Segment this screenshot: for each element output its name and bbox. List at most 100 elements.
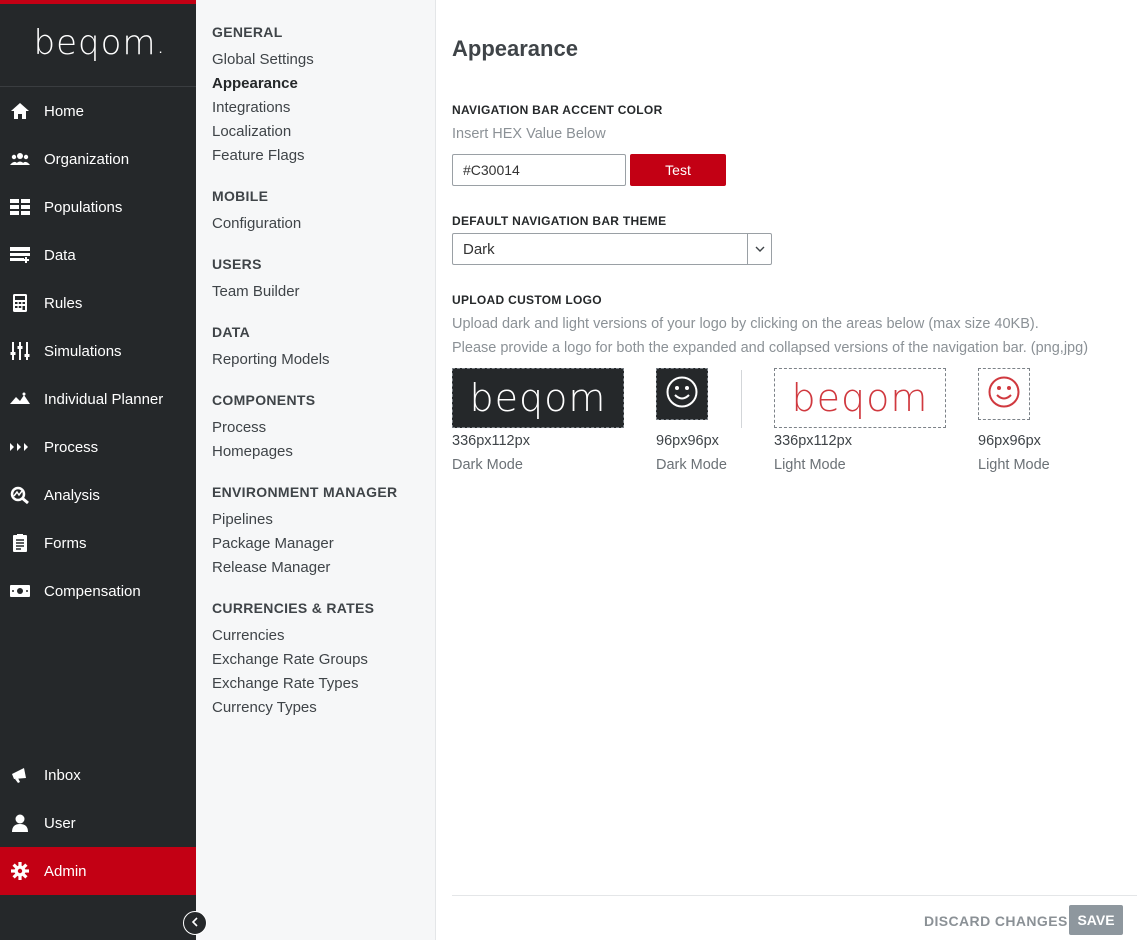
money-icon (10, 581, 30, 601)
megaphone-icon (10, 765, 30, 785)
home-icon (10, 101, 30, 121)
submenu-item-process[interactable]: Process (212, 419, 266, 436)
nav-item-label: Organization (44, 150, 130, 168)
calculator-icon (10, 293, 30, 313)
analysis-icon (10, 485, 30, 505)
submenu-item-feature-flags[interactable]: Feature Flags (212, 147, 305, 164)
light-expanded-logo-text: beqom (791, 376, 929, 420)
theme-select-value: Dark (463, 240, 495, 258)
nav-item-inbox[interactable]: Inbox (0, 751, 196, 799)
discard-changes-button[interactable]: DISCARD CHANGES (924, 908, 1068, 934)
upload-light-expanded-logo[interactable]: beqom (774, 368, 946, 428)
logo-size-label: 96px96px (656, 433, 719, 449)
submenu-heading-mobile: MOBILE (212, 188, 269, 204)
arrows-icon (10, 437, 30, 457)
submenu-heading-environment-manager: ENVIRONMENT MANAGER (212, 484, 398, 500)
logo-dot: . (158, 40, 163, 56)
submenu-item-pipelines[interactable]: Pipelines (212, 511, 273, 528)
submenu-heading-data: DATA (212, 324, 251, 340)
nav-item-user[interactable]: User (0, 799, 196, 847)
logo-mode-label: Light Mode (774, 457, 846, 473)
main-navigation: beqom. Home Organization Populations Dat… (0, 0, 196, 940)
nav-item-label: Rules (44, 294, 83, 312)
submenu-heading-components: COMPONENTS (212, 392, 316, 408)
submenu-item-localization[interactable]: Localization (212, 123, 291, 140)
nav-item-label: Simulations (44, 342, 122, 360)
page-title: Appearance (452, 36, 578, 61)
nav-item-label: Individual Planner (44, 390, 164, 408)
submenu-item-exchange-rate-groups[interactable]: Exchange Rate Groups (212, 651, 368, 668)
nav-item-individual-planner[interactable]: Individual Planner (0, 375, 196, 423)
chevron-left-icon (190, 914, 200, 932)
nav-item-label: Home (44, 102, 85, 120)
submenu-item-reporting-models[interactable]: Reporting Models (212, 351, 330, 368)
nav-item-label: Inbox (44, 766, 81, 784)
nav-item-forms[interactable]: Forms (0, 519, 196, 567)
theme-label: DEFAULT NAVIGATION BAR THEME (452, 214, 667, 228)
upload-dark-expanded-logo[interactable]: beqom (452, 368, 624, 428)
nav-item-admin[interactable]: Admin (0, 847, 196, 895)
test-color-button[interactable]: Test (630, 154, 726, 186)
submenu-item-global-settings[interactable]: Global Settings (212, 51, 314, 68)
smiley-icon (665, 375, 699, 414)
logo-size-label: 96px96px (978, 433, 1041, 449)
nav-item-label: Process (44, 438, 99, 456)
nav-item-label: Forms (44, 534, 87, 552)
nav-item-label: Data (44, 246, 76, 264)
brand-logo[interactable]: beqom. (0, 20, 196, 66)
submenu-item-appearance[interactable]: Appearance (212, 75, 298, 92)
nav-item-process[interactable]: Process (0, 423, 196, 471)
submenu-item-exchange-rate-types[interactable]: Exchange Rate Types (212, 675, 358, 692)
brand-logo-text: beqom (33, 23, 157, 63)
submenu-item-currencies[interactable]: Currencies (212, 627, 285, 644)
submenu-item-configuration[interactable]: Configuration (212, 215, 301, 232)
submenu-item-homepages[interactable]: Homepages (212, 443, 293, 460)
collapse-nav-button[interactable] (183, 911, 207, 935)
table-icon (10, 245, 30, 265)
submenu-item-currency-types[interactable]: Currency Types (212, 699, 317, 716)
upload-dark-collapsed-logo[interactable] (656, 368, 708, 420)
nav-item-data[interactable]: Data (0, 231, 196, 279)
accent-color-hint: Insert HEX Value Below (452, 126, 606, 142)
nav-item-label: Compensation (44, 582, 141, 600)
smiley-icon (987, 375, 1021, 414)
logo-mode-label: Dark Mode (452, 457, 523, 473)
accent-strip (0, 0, 196, 4)
nav-item-organization[interactable]: Organization (0, 135, 196, 183)
nav-item-populations[interactable]: Populations (0, 183, 196, 231)
planner-icon (10, 389, 30, 409)
submenu-heading-currencies-rates: CURRENCIES & RATES (212, 600, 375, 616)
theme-select[interactable]: Dark (452, 233, 772, 265)
submenu-item-team-builder[interactable]: Team Builder (212, 283, 300, 300)
logo-size-label: 336px112px (452, 433, 530, 449)
upload-light-collapsed-logo[interactable] (978, 368, 1030, 420)
submenu-item-package-manager[interactable]: Package Manager (212, 535, 334, 552)
nav-item-rules[interactable]: Rules (0, 279, 196, 327)
nav-item-compensation[interactable]: Compensation (0, 567, 196, 615)
submenu-item-release-manager[interactable]: Release Manager (212, 559, 330, 576)
gear-icon (10, 861, 30, 881)
save-button[interactable]: SAVE (1069, 905, 1123, 935)
submenu-heading-general: GENERAL (212, 24, 283, 40)
accent-color-label: NAVIGATION BAR ACCENT COLOR (452, 103, 663, 117)
nav-item-simulations[interactable]: Simulations (0, 327, 196, 375)
clipboard-icon (10, 533, 30, 553)
upload-hint-2: Please provide a logo for both the expan… (452, 340, 1089, 356)
nav-item-analysis[interactable]: Analysis (0, 471, 196, 519)
logo-mode-label: Light Mode (978, 457, 1050, 473)
sliders-icon (10, 341, 30, 361)
chevron-down-icon (747, 234, 771, 264)
submenu-item-integrations[interactable]: Integrations (212, 99, 290, 116)
hex-color-input[interactable] (452, 154, 626, 186)
upload-logo-label: UPLOAD CUSTOM LOGO (452, 293, 602, 307)
nav-item-label: Analysis (44, 486, 100, 504)
upload-hint-1: Upload dark and light versions of your l… (452, 316, 1039, 332)
user-icon (10, 813, 30, 833)
nav-item-label: User (44, 814, 76, 832)
submenu-heading-users: USERS (212, 256, 262, 272)
logo-divider (741, 370, 742, 428)
nav-item-home[interactable]: Home (0, 87, 196, 135)
logo-mode-label: Dark Mode (656, 457, 727, 473)
appearance-page: Appearance NAVIGATION BAR ACCENT COLOR I… (436, 0, 1137, 940)
dark-expanded-logo-text: beqom (469, 376, 607, 420)
